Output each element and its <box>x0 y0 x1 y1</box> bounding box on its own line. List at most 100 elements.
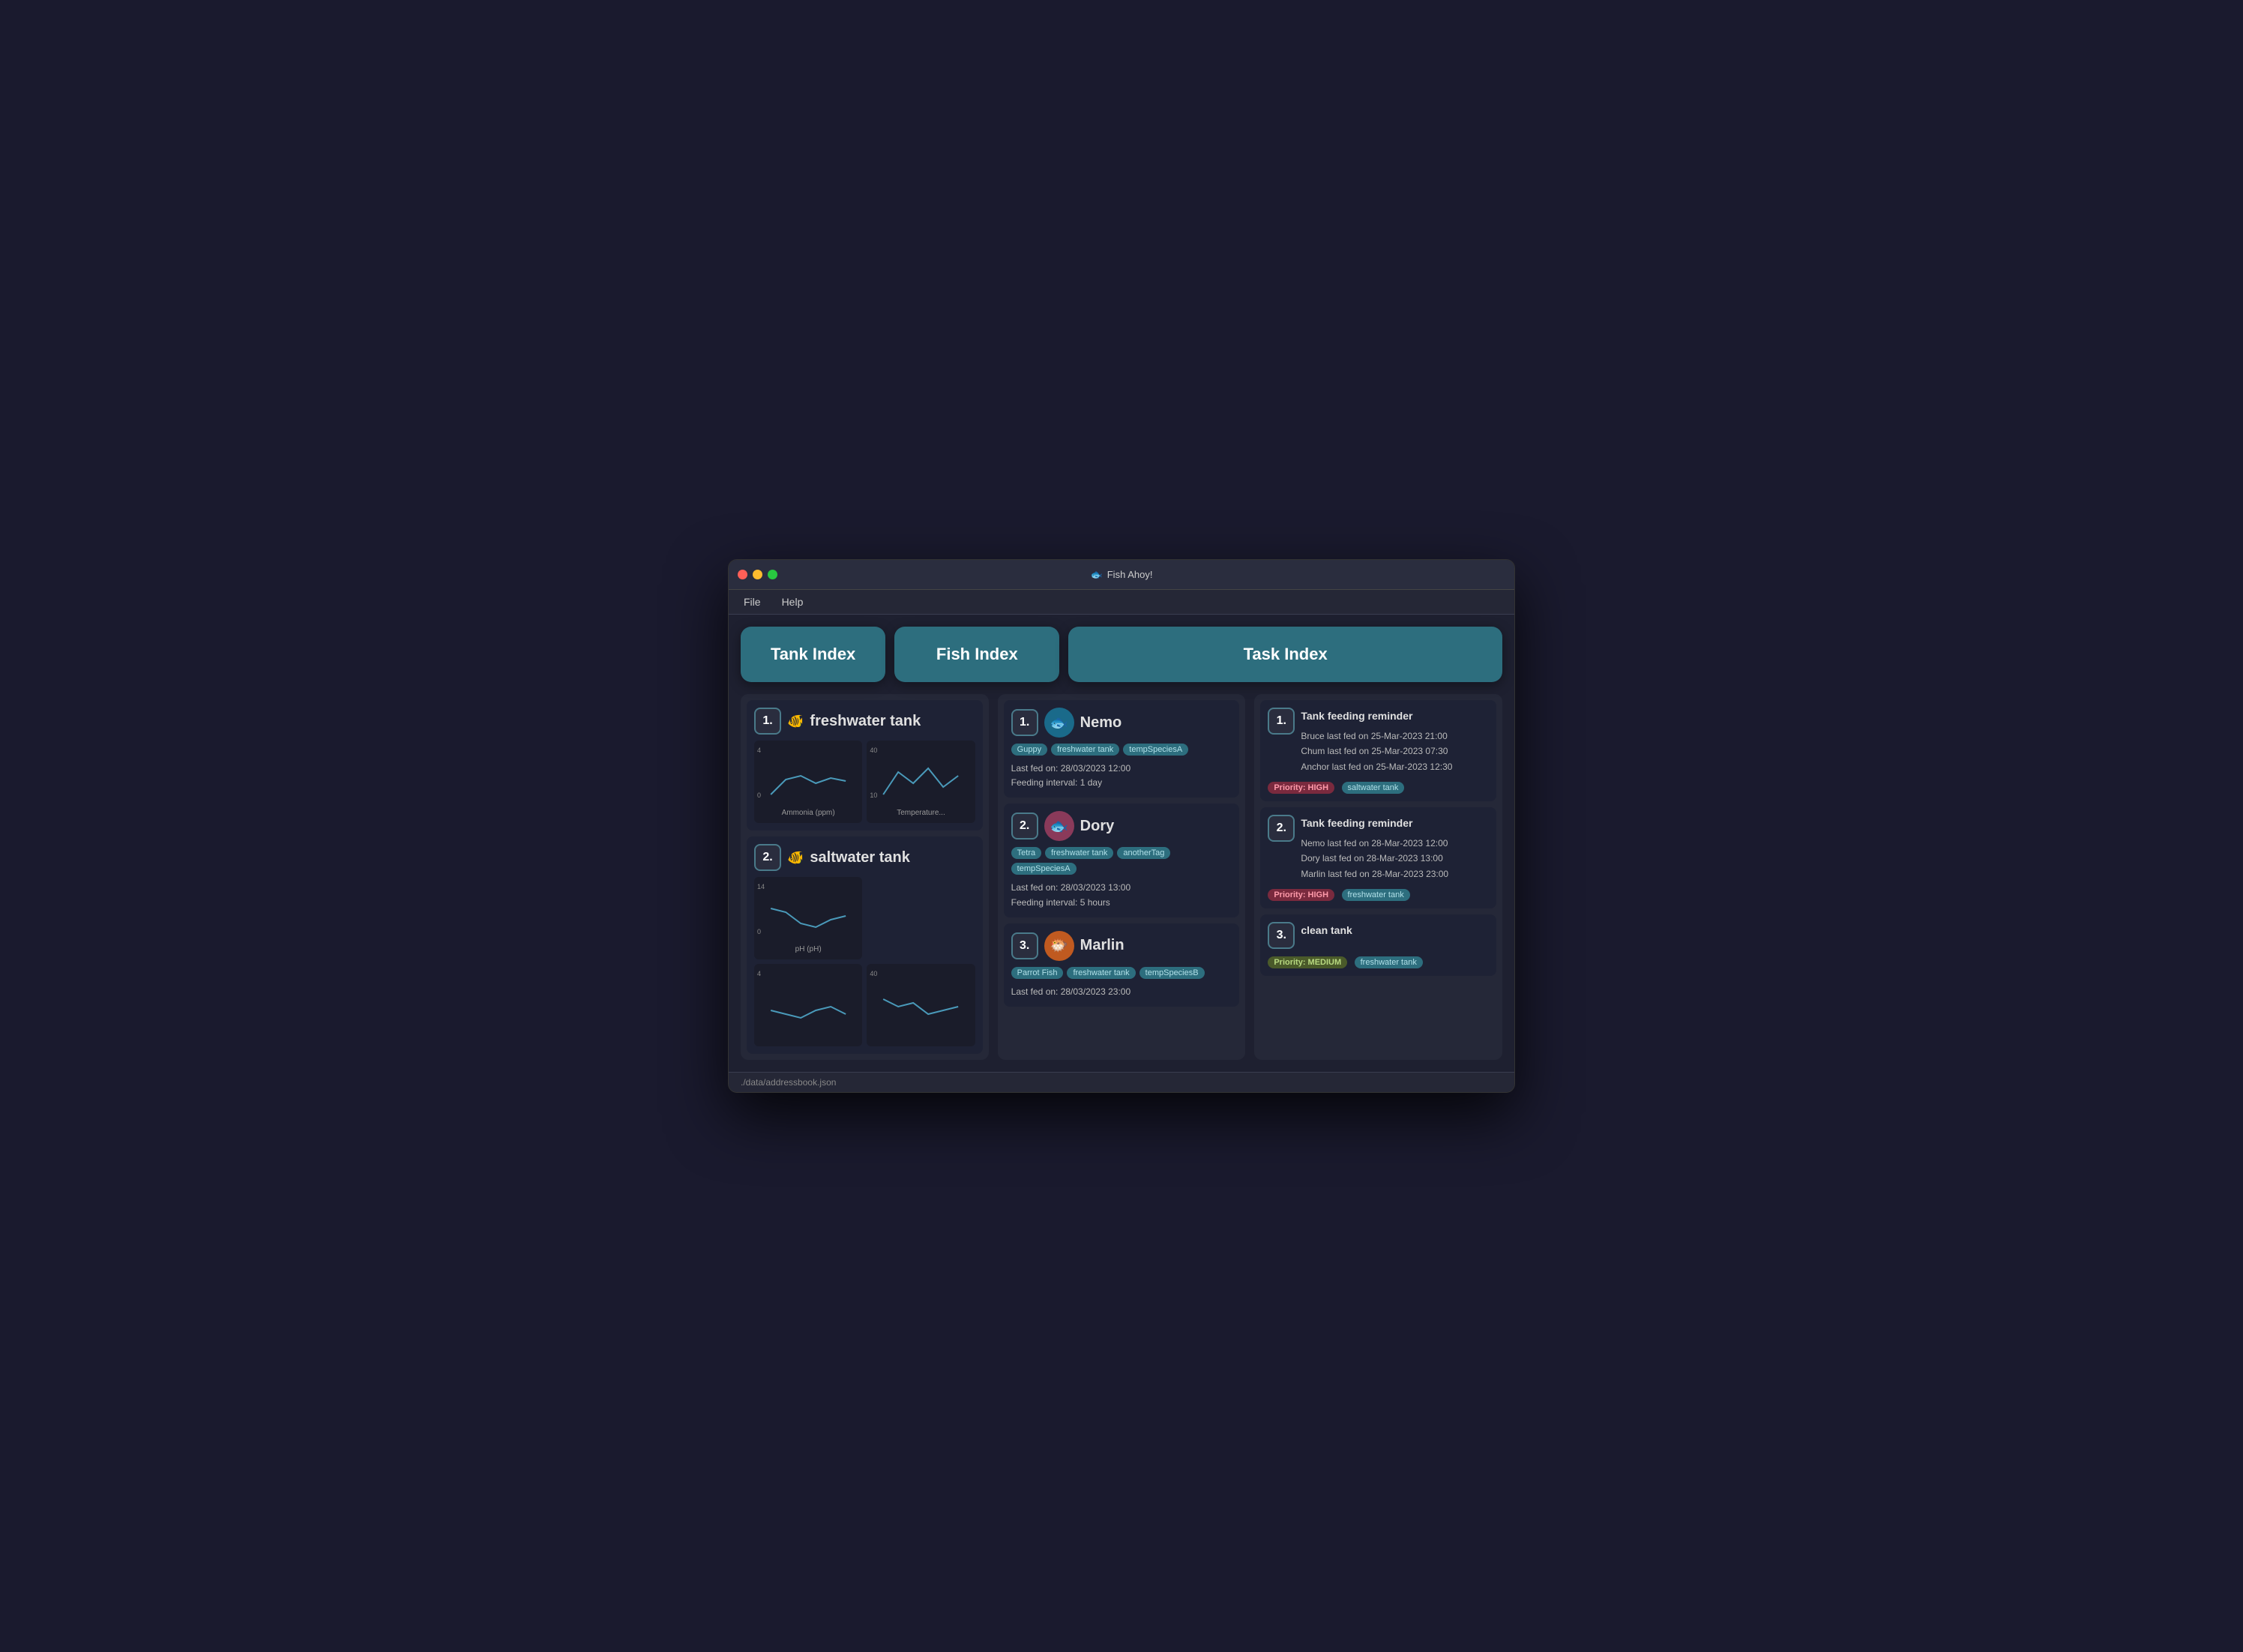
tank-item-2: 2. 🐠 saltwater tank 14 0 <box>747 836 983 1054</box>
tag-guppy: Guppy <box>1011 744 1047 756</box>
fish-2-avatar: 🐟 <box>1044 811 1074 841</box>
menu-bar: File Help <box>729 590 1514 615</box>
task-1-tank: saltwater tank <box>1342 782 1405 794</box>
task-3-tags: Priority: MEDIUM freshwater tank <box>1268 955 1489 968</box>
tank-1-number: 1. <box>754 708 781 735</box>
task-3-priority: Priority: MEDIUM <box>1268 956 1347 968</box>
chart-saltwater-svg1 <box>760 973 856 1025</box>
main-content: Tank Index Fish Index Task Index 1. 🐠 fr… <box>729 615 1514 1072</box>
fish-column: 1. 🐟 Nemo Guppy freshwater tank tempSpec… <box>998 694 1246 1060</box>
title-bar: 🐟 Fish Ahoy! <box>729 560 1514 590</box>
tank-2-number: 2. <box>754 844 781 871</box>
task-1-text: Tank feeding reminder Bruce last fed on … <box>1301 708 1489 774</box>
chart-temp-label: Temperature... <box>873 809 969 817</box>
task-2-tags: Priority: HIGH freshwater tank <box>1268 887 1489 901</box>
task-3-number: 3. <box>1268 922 1295 949</box>
tag-tempspeciesa: tempSpeciesA <box>1123 744 1188 756</box>
tag-freshwater-2: freshwater tank <box>1045 847 1113 859</box>
task-2-text: Tank feeding reminder Nemo last fed on 2… <box>1301 815 1489 881</box>
chart-ph-svg <box>760 886 856 938</box>
chart-temperature: 40 10 Temperature... <box>867 741 975 823</box>
fish-1-avatar: 🐟 <box>1044 708 1074 738</box>
menu-file[interactable]: File <box>741 594 764 609</box>
fish-2-tags: Tetra freshwater tank anotherTag tempSpe… <box>1011 847 1232 875</box>
fish-item-2: 2. 🐟 Dory Tetra freshwater tank anotherT… <box>1004 804 1240 917</box>
task-1-number: 1. <box>1268 708 1295 735</box>
task-item-2: 2. Tank feeding reminder Nemo last fed o… <box>1260 807 1496 908</box>
tag-another: anotherTag <box>1117 847 1170 859</box>
minimize-button[interactable] <box>753 570 762 579</box>
fish-3-name: Marlin <box>1080 937 1124 954</box>
tank-item-1: 1. 🐠 freshwater tank 4 0 <box>747 700 983 830</box>
task-2-priority: Priority: HIGH <box>1268 889 1334 901</box>
tank-index-button[interactable]: Tank Index <box>741 627 885 682</box>
task-3-text: clean tank <box>1301 922 1489 943</box>
task-2-number: 2. <box>1268 815 1295 842</box>
task-1-header: 1. Tank feeding reminder Bruce last fed … <box>1268 708 1489 774</box>
chart-saltwater-2: 40 <box>867 964 975 1046</box>
fish-3-detail: Last fed on: 28/03/2023 23:00 <box>1011 985 1232 999</box>
fish-3-tags: Parrot Fish freshwater tank tempSpeciesB <box>1011 967 1232 979</box>
chart-ph: 14 0 pH (pH) <box>754 877 862 959</box>
fish-2-name: Dory <box>1080 818 1115 835</box>
tank-1-header: 1. 🐠 freshwater tank <box>754 708 975 735</box>
task-item-3: 3. clean tank Priority: MEDIUM freshwate… <box>1260 914 1496 976</box>
fish-1-number: 1. <box>1011 709 1038 736</box>
app-window: 🐟 Fish Ahoy! File Help Tank Index Fish I… <box>728 559 1515 1093</box>
tank-2-charts: 14 0 pH (pH) <box>754 877 975 959</box>
tank-2-header: 2. 🐠 saltwater tank <box>754 844 975 871</box>
fish-item-1: 1. 🐟 Nemo Guppy freshwater tank tempSpec… <box>1004 700 1240 798</box>
tank-2-name: saltwater tank <box>810 849 909 866</box>
fish-3-header: 3. 🐡 Marlin <box>1011 931 1232 961</box>
fish-2-detail: Last fed on: 28/03/2023 13:00 Feeding in… <box>1011 881 1232 909</box>
task-1-tags: Priority: HIGH saltwater tank <box>1268 780 1489 794</box>
status-bar: ./data/addressbook.json <box>729 1072 1514 1092</box>
tank-column: 1. 🐠 freshwater tank 4 0 <box>741 694 989 1060</box>
chart-temp-svg <box>873 750 969 802</box>
fish-1-name: Nemo <box>1080 714 1122 732</box>
tag-freshwater: freshwater tank <box>1051 744 1119 756</box>
tag-tetra: Tetra <box>1011 847 1041 859</box>
task-column: 1. Tank feeding reminder Bruce last fed … <box>1254 694 1502 1060</box>
fish-1-detail: Last fed on: 28/03/2023 12:00 Feeding in… <box>1011 762 1232 790</box>
tank-2-charts-row2: 4 40 <box>754 964 975 1046</box>
task-3-header: 3. clean tank <box>1268 922 1489 949</box>
fish-3-number: 3. <box>1011 932 1038 959</box>
fish-3-avatar: 🐡 <box>1044 931 1074 961</box>
fish-2-number: 2. <box>1011 813 1038 839</box>
chart-ammonia-svg <box>760 750 856 802</box>
task-index-button[interactable]: Task Index <box>1068 627 1502 682</box>
columns: 1. 🐠 freshwater tank 4 0 <box>741 694 1502 1060</box>
tag-tempspeciesb: tempSpeciesB <box>1139 967 1205 979</box>
traffic-lights <box>738 570 777 579</box>
task-1-priority: Priority: HIGH <box>1268 782 1334 794</box>
task-2-header: 2. Tank feeding reminder Nemo last fed o… <box>1268 815 1489 881</box>
task-3-tank: freshwater tank <box>1355 956 1423 968</box>
fish-index-button[interactable]: Fish Index <box>894 627 1059 682</box>
task-item-1: 1. Tank feeding reminder Bruce last fed … <box>1260 700 1496 801</box>
chart-saltwater-svg2 <box>873 973 969 1025</box>
window-icon: 🐟 <box>1091 569 1103 581</box>
task-2-tank: freshwater tank <box>1342 889 1410 901</box>
chart-ammonia: 4 0 Ammonia (ppm) <box>754 741 862 823</box>
window-title: 🐟 Fish Ahoy! <box>1091 569 1153 581</box>
fish-1-header: 1. 🐟 Nemo <box>1011 708 1232 738</box>
fish-2-header: 2. 🐟 Dory <box>1011 811 1232 841</box>
fish-item-3: 3. 🐡 Marlin Parrot Fish freshwater tank … <box>1004 923 1240 1007</box>
status-text: ./data/addressbook.json <box>741 1077 836 1088</box>
chart-saltwater-1: 4 <box>754 964 862 1046</box>
menu-help[interactable]: Help <box>779 594 807 609</box>
chart-ph-label: pH (pH) <box>760 945 856 953</box>
tank-1-name: freshwater tank <box>810 713 921 730</box>
tank-1-emoji: 🐠 <box>787 714 804 729</box>
tank-2-emoji: 🐠 <box>787 850 804 866</box>
tag-tempspeciesa-2: tempSpeciesA <box>1011 863 1077 875</box>
fish-1-tags: Guppy freshwater tank tempSpeciesA <box>1011 744 1232 756</box>
chart-ammonia-label: Ammonia (ppm) <box>760 809 856 817</box>
maximize-button[interactable] <box>768 570 777 579</box>
tooltip-buttons-row: Tank Index Fish Index Task Index <box>741 627 1502 682</box>
tag-freshwater-3: freshwater tank <box>1067 967 1135 979</box>
tag-parrot: Parrot Fish <box>1011 967 1064 979</box>
close-button[interactable] <box>738 570 747 579</box>
tank-1-charts: 4 0 Ammonia (ppm) 40 10 <box>754 741 975 823</box>
